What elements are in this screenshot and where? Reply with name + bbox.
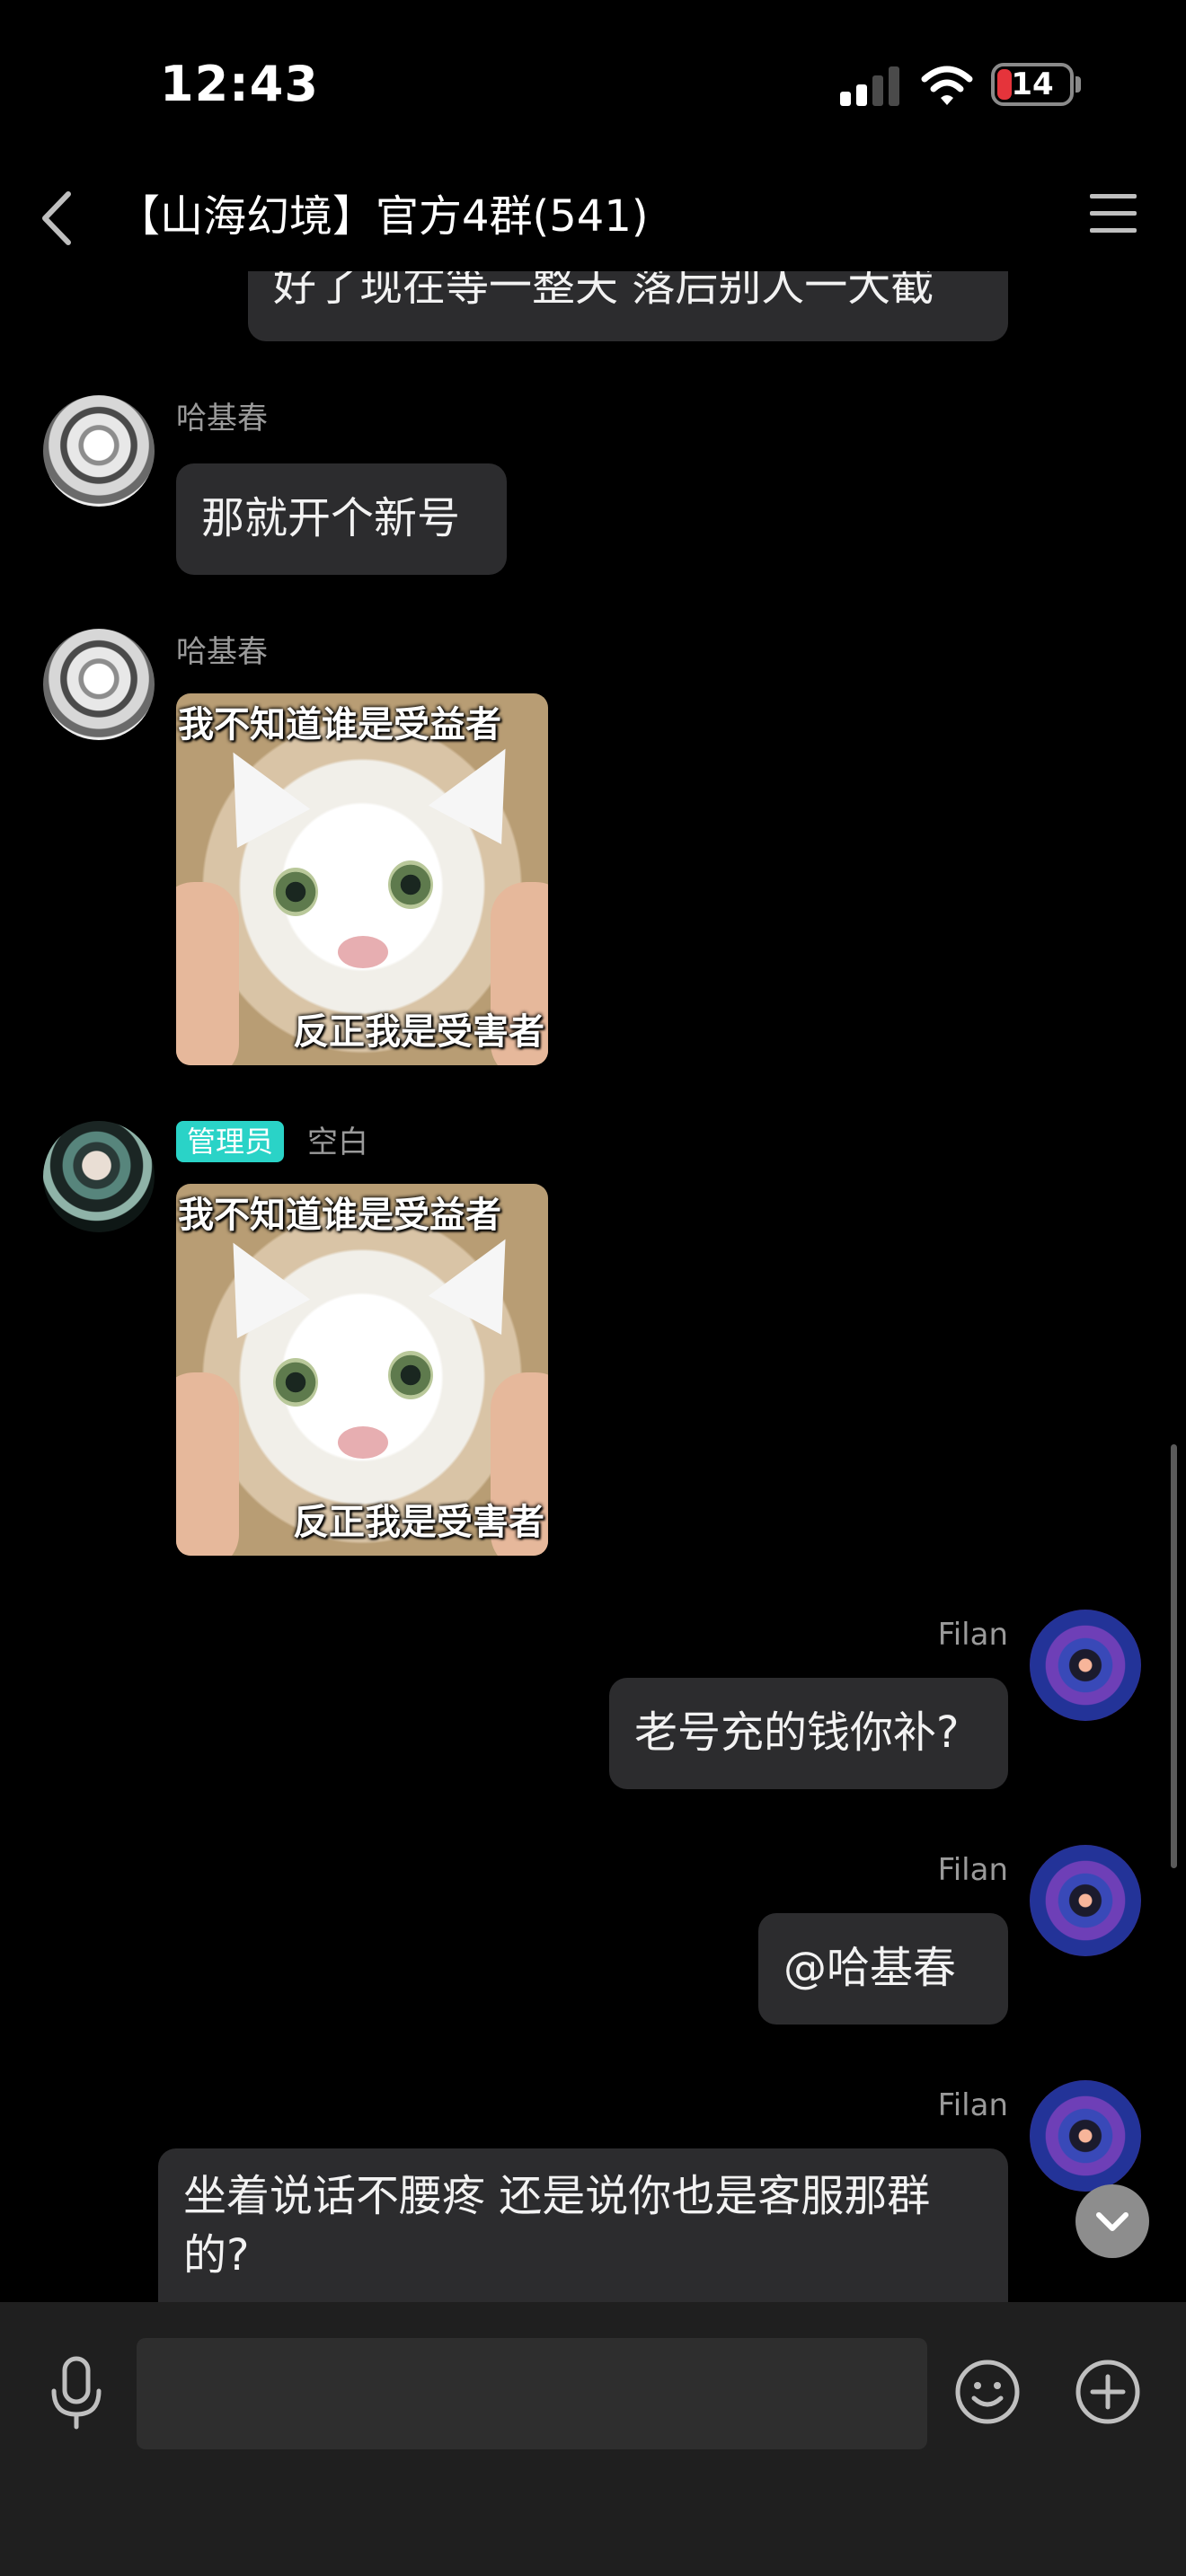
avatar[interactable] xyxy=(43,629,155,740)
chat-title: 【山海幻境】官方4群(541) xyxy=(117,191,649,242)
message-input[interactable] xyxy=(137,2338,927,2449)
status-time: 12:43 xyxy=(160,56,319,112)
message-line: 坐着说话不腰疼 还是说你也是客服那群 xyxy=(183,2171,931,2221)
back-icon[interactable] xyxy=(38,189,74,248)
smiley-icon[interactable] xyxy=(954,2359,1021,2425)
admin-badge: 管理员 xyxy=(176,1121,285,1162)
avatar[interactable] xyxy=(43,395,155,507)
sender-name: Filan xyxy=(937,1617,1008,1653)
sender-name: 哈基春 xyxy=(176,634,268,670)
avatar[interactable] xyxy=(43,1121,155,1232)
battery-level: 14 xyxy=(1011,66,1054,102)
message-bubble[interactable]: 老号充的钱你补? xyxy=(609,1678,1008,1789)
sender-name: 空白 xyxy=(307,1125,368,1160)
avatar[interactable] xyxy=(1030,1845,1141,1956)
chevron-down-icon xyxy=(1096,2212,1128,2231)
sender-name: Filan xyxy=(937,2087,1008,2123)
sticker-caption: 我不知道谁是受益者 xyxy=(178,704,501,745)
sticker-image[interactable]: 我不知道谁是受益者 反正我是受害者 xyxy=(176,693,548,1065)
microphone-icon[interactable] xyxy=(47,2355,106,2430)
sender-name: Filan xyxy=(937,1852,1008,1888)
battery-indicator: 14 xyxy=(991,63,1074,106)
menu-icon[interactable] xyxy=(1090,194,1137,237)
sticker-caption: 反正我是受害者 xyxy=(293,1502,544,1543)
message-line: 的? xyxy=(183,2230,250,2280)
message-bubble[interactable]: @哈基春 xyxy=(758,1913,1008,2025)
message-bubble[interactable]: 坐着说话不腰疼 还是说你也是客服那群 的? xyxy=(158,2148,1008,2328)
scroll-to-bottom-button[interactable] xyxy=(1075,2184,1149,2258)
scrollbar[interactable] xyxy=(1171,1444,1177,1868)
cellular-signal-icon xyxy=(840,65,899,106)
battery-cap xyxy=(1075,76,1081,93)
sender-name: 哈基春 xyxy=(176,401,268,437)
avatar[interactable] xyxy=(1030,1610,1141,1721)
plus-circle-icon[interactable] xyxy=(1075,2359,1141,2425)
wifi-icon xyxy=(921,66,973,105)
sticker-caption: 我不知道谁是受益者 xyxy=(178,1195,501,1236)
message-bubble[interactable]: 那就开个新号 xyxy=(176,463,507,575)
avatar[interactable] xyxy=(1030,2080,1141,2192)
sticker-image[interactable]: 我不知道谁是受益者 反正我是受害者 xyxy=(176,1184,548,1556)
sticker-caption: 反正我是受害者 xyxy=(293,1011,544,1053)
